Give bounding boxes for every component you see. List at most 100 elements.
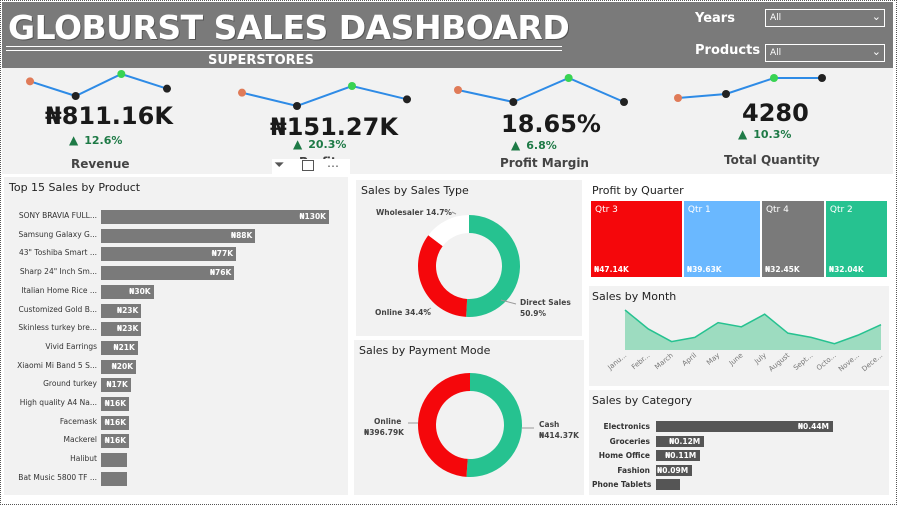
- category-value: ₦0.12M: [669, 436, 701, 446]
- product-label: Ground turkey: [43, 379, 97, 389]
- wholesaler-label: Wholesaler 14.7%: [376, 208, 452, 217]
- product-bar[interactable]: ₦130K: [101, 210, 329, 224]
- dashboard-header: GLOBURST SALES DASHBOARD SUPERSTORES Yea…: [2, 2, 893, 68]
- quarter-tile[interactable]: Qtr 4 ₦32.45K: [761, 201, 825, 277]
- slice-cash[interactable]: [466, 373, 522, 477]
- visual-header-toolbar: ⏷ …: [272, 156, 350, 175]
- product-row[interactable]: Vivid Earrings ₦21K: [4, 340, 349, 356]
- total-quantity-value: 4280: [742, 99, 809, 127]
- month-area[interactable]: [625, 310, 881, 350]
- profit-margin-delta-value: 6.8%: [526, 139, 557, 152]
- category-label: Groceries: [609, 436, 650, 446]
- product-row[interactable]: Skinless turkey bre... ₦23K: [4, 322, 349, 337]
- product-label: Samsung Galaxy G...: [18, 229, 97, 239]
- quarter-tile[interactable]: Qtr 1 ₦39.63K: [683, 201, 761, 277]
- quarter-tile[interactable]: Qtr 2 ₦32.04K: [825, 201, 888, 277]
- more-options-icon[interactable]: …: [327, 156, 339, 170]
- product-row[interactable]: Sharp 24" Inch Sm... ₦76K: [4, 266, 349, 281]
- quarter-tile[interactable]: Qtr 3 ₦47.14K: [591, 201, 683, 277]
- product-bar[interactable]: ₦23K: [101, 303, 142, 318]
- product-row[interactable]: 43" Toshiba Smart ... ₦77K: [4, 247, 349, 262]
- quarter-value: ₦47.14K: [594, 265, 629, 274]
- product-row[interactable]: Mackerel ₦16K: [4, 434, 349, 449]
- title-underline: [6, 46, 562, 47]
- filter-icon[interactable]: ⏷: [274, 158, 284, 173]
- product-label: Mackerel: [63, 435, 98, 445]
- slice-online[interactable]: [417, 373, 470, 477]
- years-select-value: All: [770, 13, 782, 23]
- month-tick-label: Febr...: [630, 351, 651, 371]
- focus-mode-icon[interactable]: [302, 160, 314, 171]
- top-products-title: Top 15 Sales by Product: [9, 181, 141, 194]
- kpi-trend-point: [454, 86, 462, 94]
- kpi-trend-point: [293, 102, 301, 110]
- month-tick-label: April: [681, 351, 698, 367]
- category-bar[interactable]: ₦0.11M: [656, 450, 701, 461]
- top-products-panel: Top 15 Sales by Product SONY BRAVIA FULL…: [4, 177, 348, 495]
- product-row[interactable]: Customized Gold B... ₦23K: [4, 303, 349, 319]
- month-tick-label: Nove...: [837, 351, 861, 373]
- profit-delta-value: 20.3%: [308, 138, 347, 151]
- product-bar[interactable]: ₦76K: [101, 266, 235, 281]
- slice-online[interactable]: [418, 235, 468, 317]
- product-row[interactable]: SONY BRAVIA FULL... ₦130K: [4, 210, 349, 225]
- slice-direct-sales[interactable]: [466, 215, 521, 317]
- product-bar[interactable]: [101, 453, 128, 468]
- product-bar[interactable]: ₦88K: [101, 228, 256, 243]
- triangle-up-icon: ▲: [293, 137, 303, 151]
- triangle-up-icon: ▲: [738, 127, 748, 141]
- month-tick-label: August: [767, 351, 791, 373]
- product-row[interactable]: Xiaomi Mi Band 5 S... ₦20K: [4, 359, 349, 375]
- quarter-value: ₦32.04K: [828, 265, 864, 274]
- category-bar[interactable]: [656, 479, 680, 490]
- category-value: ₦0.11M: [665, 451, 697, 460]
- product-row[interactable]: High quality A4 Na... ₦16K: [4, 397, 349, 412]
- product-bar[interactable]: ₦16K: [101, 434, 130, 449]
- profit-margin-value: 18.65%: [501, 110, 601, 138]
- kpi-trend-point: [722, 90, 730, 98]
- product-row[interactable]: Samsung Galaxy G... ₦88K: [4, 228, 349, 244]
- years-select[interactable]: All ⌄: [765, 9, 885, 27]
- category-title: Sales by Category: [592, 394, 693, 407]
- category-bar[interactable]: ₦0.12M: [656, 435, 705, 447]
- product-bar[interactable]: ₦16K: [101, 415, 130, 430]
- years-filter-label: Years: [695, 11, 735, 26]
- product-bar[interactable]: ₦17K: [101, 378, 131, 393]
- category-label: Fashion: [617, 465, 650, 475]
- category-bar[interactable]: ₦0.09M: [656, 464, 693, 476]
- kpi-trend-point: [238, 88, 246, 97]
- product-bar[interactable]: ₦20K: [101, 359, 137, 374]
- product-row[interactable]: Ground turkey ₦17K: [4, 378, 349, 393]
- quarter-name: Qtr 2: [829, 205, 853, 215]
- category-label: Electronics: [603, 422, 650, 431]
- chevron-down-icon: ⌄: [871, 45, 881, 58]
- product-label: Sharp 24" Inch Sm...: [19, 267, 97, 277]
- category-bar[interactable]: ₦0.44M: [656, 421, 833, 432]
- product-row[interactable]: Facemask ₦16K: [4, 415, 349, 431]
- kpi-trend-point: [509, 98, 518, 106]
- product-row[interactable]: Halibut: [4, 453, 349, 468]
- total-quantity-label: Total Quantity: [724, 153, 820, 167]
- products-select[interactable]: All ⌄: [765, 44, 885, 62]
- product-value: ₦16K: [104, 399, 127, 408]
- category-label: Phone Tablets: [592, 480, 652, 489]
- profit-margin-label: Profit Margin: [500, 156, 589, 170]
- product-bar[interactable]: ₦23K: [101, 322, 142, 337]
- kpi-trend-point: [403, 95, 411, 104]
- online-type-label: Online 34.4%: [375, 308, 431, 317]
- quarter-name: Qtr 3: [595, 205, 618, 215]
- product-bar[interactable]: [101, 471, 128, 486]
- product-value: ₦23K: [116, 305, 139, 315]
- product-bar[interactable]: ₦30K: [101, 284, 154, 299]
- product-row[interactable]: Italian Home Rice ... ₦30K: [4, 284, 349, 300]
- product-value: ₦76K: [209, 268, 232, 278]
- product-bar[interactable]: ₦21K: [101, 340, 138, 355]
- product-row[interactable]: Bat Music 5800 TF ...: [4, 471, 349, 487]
- quarter-value: ₦39.63K: [686, 265, 722, 274]
- products-filter-label: Products: [695, 43, 761, 58]
- product-bar[interactable]: ₦77K: [101, 247, 237, 262]
- product-bar[interactable]: ₦16K: [101, 397, 130, 411]
- kpi-trend-point: [564, 74, 573, 82]
- product-value: ₦23K: [116, 324, 139, 334]
- kpi-trend-point: [163, 84, 171, 93]
